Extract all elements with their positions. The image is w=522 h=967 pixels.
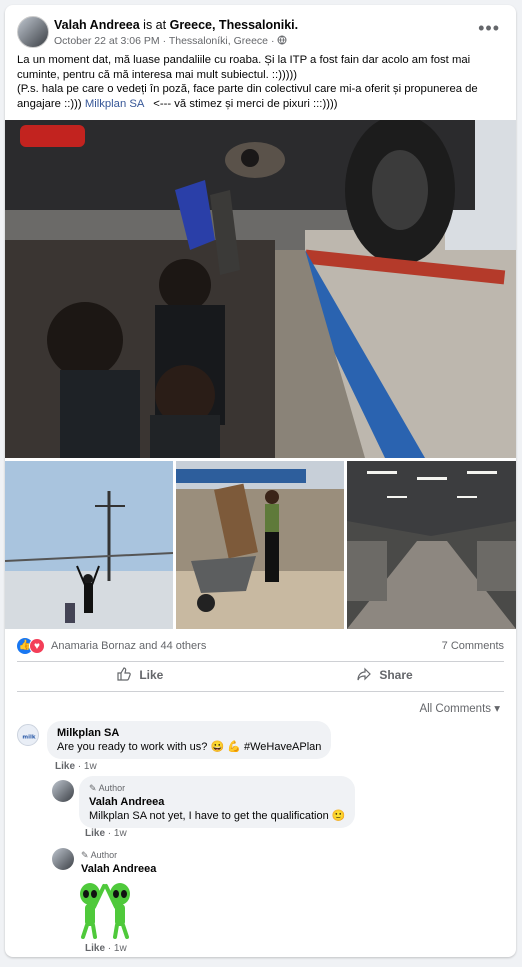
svg-text:milk: milk: [22, 735, 36, 741]
post-card: Valah Andreea is at Greece, Thessaloniki…: [5, 5, 516, 957]
love-reaction-icon: ♥: [29, 638, 45, 654]
two-aliens-high-five-sticker: [75, 881, 135, 939]
post-text: La un moment dat, mă luase pandaliile cu…: [17, 53, 504, 111]
share-button[interactable]: Share: [357, 667, 413, 687]
reply-like-button[interactable]: Like: [85, 828, 105, 839]
sticker-reply-like-button[interactable]: Like: [85, 943, 105, 954]
photo-warehouse[interactable]: [347, 461, 516, 629]
reactions-bar: 👍 ♥ Anamaria Bornaz and 44 others 7 Comm…: [17, 638, 504, 656]
post-text-tail: <--- vă stimez și merci de pixuri :::)))…: [153, 97, 338, 110]
post-text-line-1: La un moment dat, mă luase pandaliile cu…: [17, 54, 474, 81]
is-at-text: is at: [143, 18, 167, 32]
photo-mast[interactable]: [5, 461, 173, 629]
share-button-label: Share: [379, 668, 413, 682]
share-icon: [357, 667, 374, 682]
divider: [17, 691, 504, 692]
author-avatar[interactable]: [17, 16, 49, 48]
comment-text: Are you ready to work with us? 😀 💪 #WeHa…: [57, 741, 322, 753]
reply-author-name[interactable]: Valah Andreea: [81, 862, 156, 876]
post-header: Valah Andreea is at Greece, Thessaloniki…: [17, 16, 504, 56]
author-badge: ✎ Author: [81, 848, 156, 862]
comment-like-button[interactable]: Like: [55, 761, 75, 772]
comment-meta: Like · 1w: [55, 761, 97, 772]
comment-author-name[interactable]: Milkplan SA: [57, 726, 321, 740]
pen-icon: ✎: [89, 783, 97, 793]
post-meta: October 22 at 3:06 PM · Thessaloníki, Gr…: [54, 35, 287, 47]
comment-time[interactable]: 1w: [84, 761, 97, 772]
sticker-reply-time[interactable]: 1w: [114, 943, 127, 954]
photo-grid: [5, 120, 516, 629]
comments-sort-label: All Comments: [419, 703, 492, 715]
post-author-line: Valah Andreea is at Greece, Thessaloniki…: [54, 18, 298, 32]
like-button-label: Like: [139, 668, 164, 682]
comment-bubble: Milkplan SA Are you ready to work with u…: [47, 721, 332, 759]
reply-bubble: ✎ Author Valah Andreea Milkplan SA not y…: [79, 776, 356, 828]
more-options-icon[interactable]: •••: [478, 18, 500, 39]
author-badge: ✎ Author: [89, 781, 345, 795]
globe-icon: [277, 35, 287, 47]
commenter-avatar-milkplan[interactable]: milk: [17, 724, 39, 746]
thumbs-up-icon: [117, 667, 134, 682]
chevron-down-icon: ▾: [494, 703, 500, 715]
reply-author-avatar[interactable]: [52, 780, 74, 802]
location-link[interactable]: Greece, Thessaloniki.: [170, 18, 299, 32]
sticker-reply-meta: Like · 1w: [85, 943, 127, 954]
divider: [17, 661, 504, 662]
author-badge-label: Author: [98, 783, 126, 793]
reply-author-avatar[interactable]: [52, 848, 74, 870]
comments-count-link[interactable]: 7 Comments: [442, 640, 504, 652]
author-name[interactable]: Valah Andreea: [54, 18, 140, 32]
sticker-reply-header: ✎ Author Valah Andreea: [81, 848, 156, 876]
like-button[interactable]: Like: [117, 667, 163, 687]
pen-icon: ✎: [81, 850, 89, 860]
comments-sort-dropdown[interactable]: All Comments ▾: [419, 701, 500, 715]
mention-link[interactable]: Milkplan SA: [85, 98, 144, 110]
post-place[interactable]: Thessaloníki, Greece: [169, 35, 268, 47]
reply-text: Milkplan SA not yet, I have to get the q…: [89, 810, 346, 822]
reply-time[interactable]: 1w: [114, 828, 127, 839]
reply-meta: Like · 1w: [85, 828, 127, 839]
photo-car-inspection[interactable]: [5, 120, 516, 458]
photo-wheelbarrow[interactable]: [176, 461, 344, 629]
post-date[interactable]: October 22 at 3:06 PM: [54, 35, 160, 47]
reactors-link[interactable]: Anamaria Bornaz and 44 others: [51, 640, 206, 652]
reply-author-name[interactable]: Valah Andreea: [89, 795, 345, 809]
author-badge-label: Author: [90, 850, 118, 860]
